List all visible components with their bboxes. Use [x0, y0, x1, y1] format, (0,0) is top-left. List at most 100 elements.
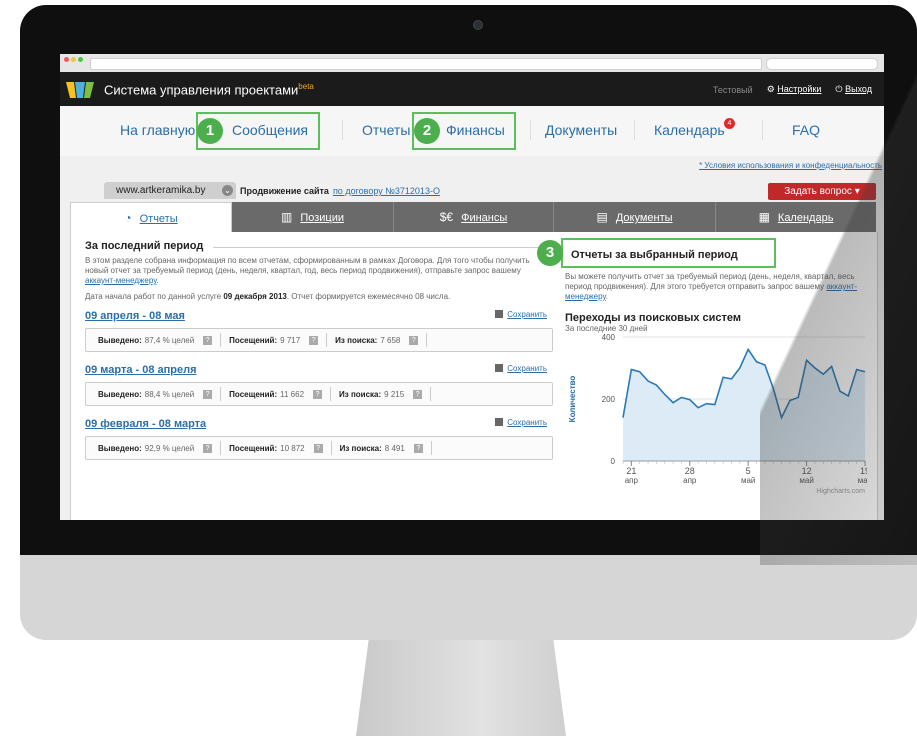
- site-selector[interactable]: www.artkeramika.by ⌄: [104, 182, 236, 199]
- chart-title: Переходы из поисковых систем: [565, 312, 741, 324]
- ask-question-button[interactable]: Задать вопрос ▾: [768, 183, 876, 200]
- calendar-badge: 4: [724, 118, 735, 129]
- floppy-icon: [495, 418, 504, 426]
- report-period-link[interactable]: 09 февраля - 08 марта: [85, 418, 553, 430]
- help-icon[interactable]: ?: [313, 443, 323, 453]
- x-tick-label: 28: [685, 466, 695, 476]
- content: * Условия использования и конфеденциальн…: [60, 156, 884, 520]
- maximize-dot[interactable]: [78, 57, 83, 62]
- contract-link[interactable]: по договору №3712013-О: [333, 186, 440, 196]
- x-tick-month-label: май: [741, 476, 755, 485]
- highlight-selected-period: [561, 238, 776, 268]
- monitor-stand: [356, 640, 566, 736]
- power-icon: ⏻: [835, 84, 843, 94]
- document-icon: ▤: [596, 210, 608, 224]
- help-icon[interactable]: ?: [203, 335, 213, 345]
- tab-calendar[interactable]: ▦ Календарь: [716, 202, 876, 232]
- camera: [473, 20, 483, 30]
- report-stats: Выведено: 87,4 % целей? Посещений: 9 717? …: [85, 328, 553, 352]
- account-manager-link[interactable]: аккаунт-менеджеру: [85, 276, 156, 285]
- nav-separator: [762, 120, 763, 140]
- browser-bar: [60, 54, 884, 73]
- report-period-link[interactable]: 09 марта - 08 апреля: [85, 364, 553, 376]
- nav-separator: [530, 120, 531, 140]
- floppy-icon: [495, 310, 504, 318]
- divider: [213, 247, 543, 248]
- nav-messages[interactable]: Сообщения: [232, 122, 308, 138]
- service-info: Продвижение сайта по договору №3712013-О: [240, 186, 440, 196]
- nav-reports[interactable]: Отчеты: [362, 122, 410, 138]
- start-info: Дата начала работ по данной услуге 09 де…: [85, 292, 451, 301]
- settings-link[interactable]: ⚙ Настройки: [767, 84, 822, 95]
- tab-finance[interactable]: $€ Финансы: [394, 202, 554, 232]
- help-icon[interactable]: ?: [409, 335, 419, 345]
- chevron-down-icon: ⌄: [222, 185, 233, 196]
- pie-icon: ◔: [124, 211, 132, 225]
- x-tick-label: 21: [626, 466, 636, 476]
- tab-positions[interactable]: ▥ Позиции: [232, 202, 394, 232]
- help-icon[interactable]: ?: [413, 443, 423, 453]
- callout-2: 2: [414, 118, 440, 144]
- nav-documents[interactable]: Документы: [545, 122, 617, 138]
- report-item: 09 марта - 08 апреля Сохранить Выведено:…: [85, 364, 553, 406]
- selected-period-section: 3 Отчеты за выбранный период Вы можете п…: [537, 238, 872, 506]
- reports-panel: За последний период В этом разделе собра…: [70, 232, 878, 520]
- search-traffic-chart: 0200400Количество21апр28апр5май12май19ма…: [568, 333, 872, 495]
- nav-faq[interactable]: FAQ: [792, 122, 820, 138]
- report-item: 09 февраля - 08 марта Сохранить Выведено…: [85, 418, 553, 460]
- terms-link[interactable]: * Условия использования и конфеденциальн…: [699, 161, 882, 170]
- bars-icon: ▥: [280, 210, 293, 224]
- close-dot[interactable]: [64, 57, 69, 62]
- nav-separator: [342, 120, 343, 140]
- currency-icon: $€: [439, 210, 454, 224]
- header-actions: Тестовый ⚙ Настройки ⏻ Выход: [713, 84, 872, 95]
- nav-separator: [634, 120, 635, 140]
- save-link[interactable]: Сохранить: [495, 310, 547, 319]
- help-icon[interactable]: ?: [309, 335, 319, 345]
- latest-period-section: За последний период В этом разделе собра…: [85, 240, 553, 460]
- app-header: Система управления проектамиbeta Тестовы…: [60, 72, 884, 106]
- y-tick-label: 0: [611, 457, 616, 466]
- x-tick-label: 12: [802, 466, 812, 476]
- gear-icon: ⚙: [766, 84, 775, 94]
- help-icon[interactable]: ?: [413, 389, 423, 399]
- x-tick-month-label: май: [799, 476, 813, 485]
- section-tabs: ◔ Отчеты ▥ Позиции $€ Финансы ▤ Документы ▦ К…: [70, 202, 876, 232]
- nav-finance[interactable]: Финансы: [446, 122, 505, 138]
- report-stats: Выведено: 92,9 % целей? Посещений: 10 872?…: [85, 436, 553, 460]
- logo-icon: [66, 82, 94, 98]
- help-icon[interactable]: ?: [203, 389, 213, 399]
- nav-home[interactable]: На главную: [120, 122, 195, 138]
- x-tick-month-label: апр: [683, 476, 697, 485]
- save-link[interactable]: Сохранить: [495, 364, 547, 373]
- callout-1: 1: [197, 118, 223, 144]
- tab-documents[interactable]: ▤ Документы: [554, 202, 716, 232]
- help-icon[interactable]: ?: [313, 389, 323, 399]
- app-title: Система управления проектамиbeta: [104, 82, 314, 98]
- user-name: Тестовый: [712, 84, 753, 95]
- tab-reports[interactable]: ◔ Отчеты: [70, 202, 232, 232]
- x-tick-label: 5: [746, 466, 751, 476]
- y-tick-label: 400: [602, 333, 616, 342]
- chart-credit: Highcharts.com: [816, 488, 865, 495]
- browser-search[interactable]: [766, 58, 878, 70]
- main-nav: На главную 1 Сообщения Отчеты 2 Финансы …: [60, 106, 884, 157]
- x-tick-label: 19: [860, 466, 867, 476]
- x-tick-month-label: май: [858, 476, 867, 485]
- logout-link[interactable]: ⏻ Выход: [835, 84, 872, 95]
- section-description: В этом разделе собрана информация по все…: [85, 256, 530, 285]
- help-icon[interactable]: ?: [203, 443, 213, 453]
- section-title: За последний период: [85, 240, 204, 252]
- x-tick-month-label: апр: [625, 476, 639, 485]
- floppy-icon: [495, 364, 504, 372]
- section-description: Вы можете получить отчет за требуемый пе…: [565, 272, 858, 301]
- url-bar[interactable]: [90, 58, 762, 70]
- report-period-link[interactable]: 09 апреля - 08 мая: [85, 310, 553, 322]
- save-link[interactable]: Сохранить: [495, 418, 547, 427]
- chart-subtitle: За последние 30 дней: [565, 324, 648, 333]
- minimize-dot[interactable]: [71, 57, 76, 62]
- nav-calendar[interactable]: Календарь: [654, 122, 725, 138]
- report-item: 09 апреля - 08 мая Сохранить Выведено: 87…: [85, 310, 553, 352]
- report-stats: Выведено: 88,4 % целей? Посещений: 11 662?…: [85, 382, 553, 406]
- callout-3: 3: [537, 240, 563, 266]
